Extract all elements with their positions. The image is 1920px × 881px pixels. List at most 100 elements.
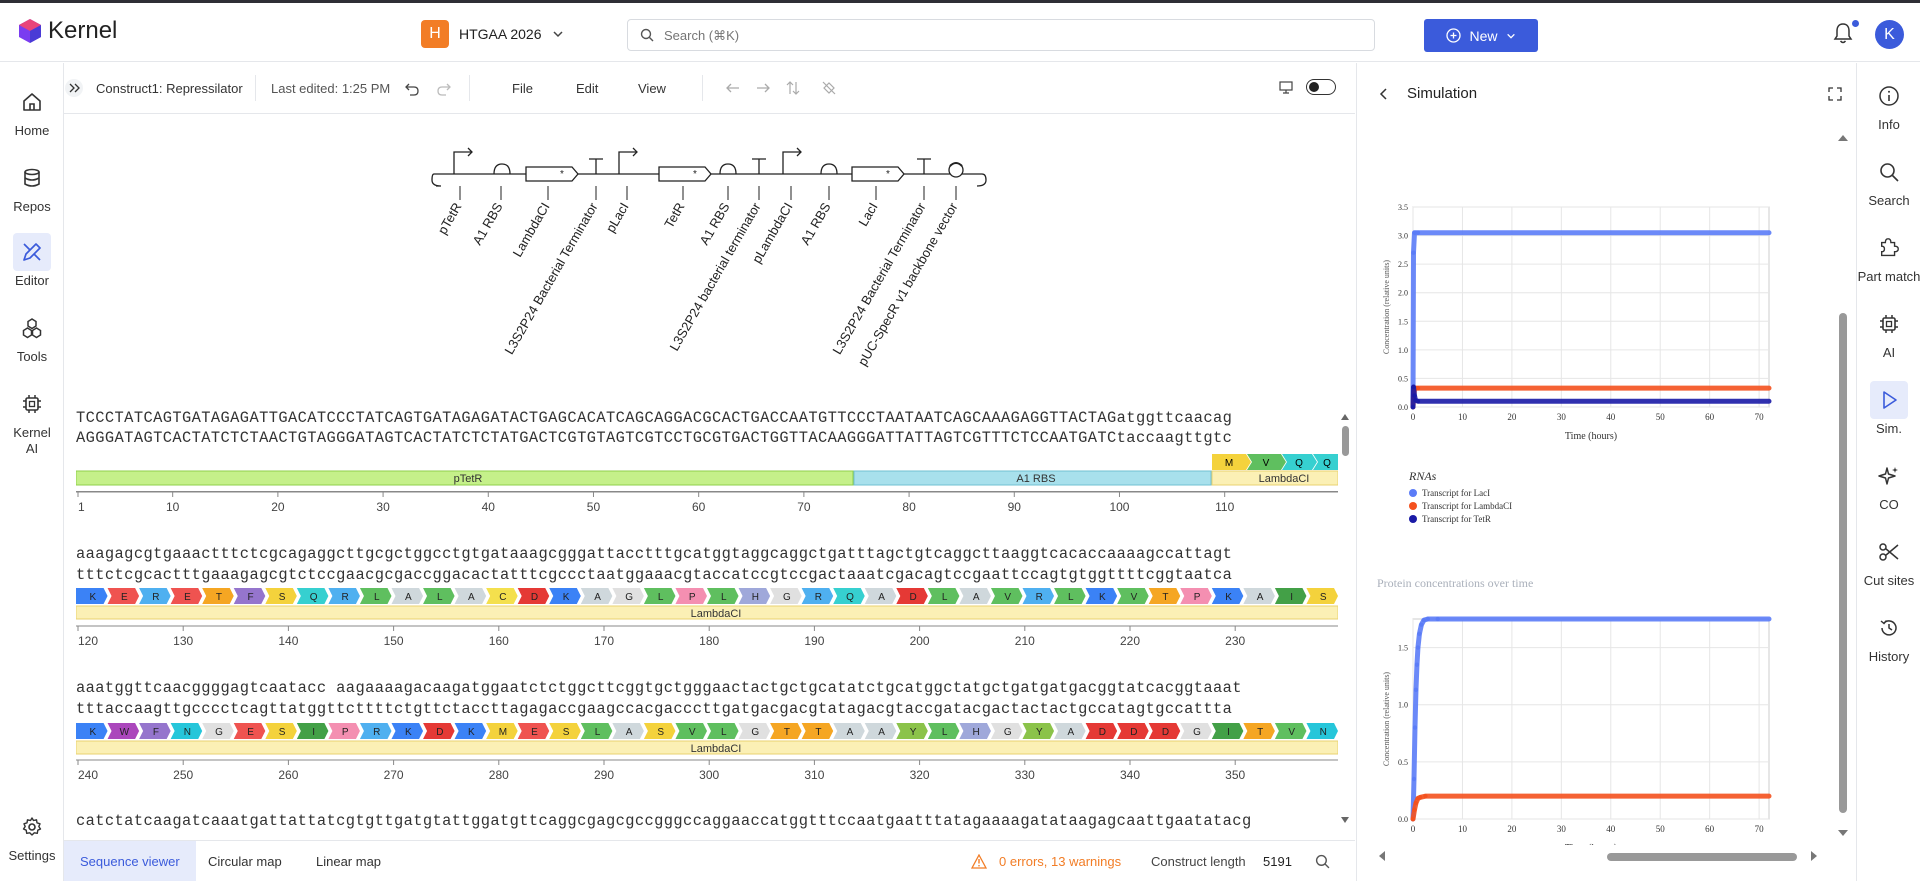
amino-acid[interactable]: K [1211, 588, 1244, 604]
series-point[interactable] [1435, 616, 1440, 622]
feature-ptetr[interactable]: pTetR [76, 470, 854, 486]
series-point[interactable] [1419, 622, 1424, 627]
nav-tools[interactable]: Tools [0, 309, 64, 365]
feature-lambdaci[interactable]: LambdaCI [1211, 470, 1338, 486]
cds-icon[interactable]: * [851, 166, 905, 182]
paint-bucket-icon[interactable] [821, 80, 837, 96]
amino-acid[interactable]: G [738, 723, 771, 739]
amino-acid[interactable]: H [738, 588, 771, 604]
menu-edit[interactable]: Edit [576, 81, 598, 96]
amino-acid[interactable]: R [801, 588, 834, 604]
construct-name[interactable]: Construct1: Repressilator [96, 81, 243, 96]
amino-acid[interactable]: L [423, 588, 455, 604]
amino-acid[interactable]: P [1180, 588, 1212, 604]
rnav-simulation[interactable]: Sim. [1857, 381, 1920, 437]
app-logo[interactable]: Kernel [18, 17, 117, 45]
amino-acid[interactable]: T [1148, 588, 1181, 604]
feature-lambdaci[interactable]: LambdaCI [76, 605, 1338, 620]
amino-acid[interactable]: A [580, 588, 613, 604]
arrow-left-icon[interactable] [725, 81, 741, 95]
series-point[interactable] [1414, 662, 1420, 667]
promoter-icon[interactable] [453, 147, 473, 174]
amino-acid[interactable]: Q [833, 588, 865, 604]
amino-acid[interactable]: G [202, 723, 234, 739]
scroll-left-icon[interactable] [1377, 850, 1387, 862]
series-point[interactable] [1415, 645, 1421, 650]
amino-acid[interactable]: P [328, 723, 360, 739]
amino-acid[interactable]: T [770, 723, 802, 739]
amino-acid[interactable]: V [1117, 588, 1149, 604]
amino-acid[interactable]: E [233, 723, 266, 739]
series-point[interactable] [1410, 816, 1416, 822]
search-input[interactable] [664, 27, 1314, 43]
rnav-cut-sites[interactable]: Cut sites [1857, 533, 1920, 589]
map-label[interactable]: pLacI [603, 200, 632, 235]
map-label[interactable]: pTetR [435, 200, 465, 237]
amino-acid[interactable]: T [202, 588, 234, 604]
amino-acid[interactable]: K [76, 723, 108, 739]
nav-repos[interactable]: Repos [0, 159, 64, 215]
promoter-icon[interactable] [782, 147, 802, 174]
amino-acid[interactable]: A [612, 723, 644, 739]
map-label[interactable]: L3S2P24 Bacterial Terminator [501, 199, 601, 356]
amino-acid[interactable]: L [707, 723, 739, 739]
sequence-top-strand[interactable]: aaatggttcaacggggagtcaatacc aagaaaagacaag… [76, 679, 1242, 697]
amino-acid[interactable]: E [107, 588, 140, 604]
search-box[interactable] [627, 19, 1375, 51]
amino-acid[interactable]: V [675, 723, 707, 739]
rnav-co[interactable]: CO [1857, 457, 1920, 513]
monitor-icon[interactable] [1278, 79, 1294, 95]
amino-acid[interactable]: T [1243, 723, 1275, 739]
amino-acid[interactable]: A [1054, 723, 1086, 739]
amino-acid[interactable]: S [549, 723, 581, 739]
sequence-bottom-strand[interactable]: AGGGATAGTCACTATCTCTAACTGTAGGGATAGTCACTAT… [76, 429, 1232, 447]
amino-acid[interactable]: S [643, 723, 676, 739]
amino-acid[interactable]: G [612, 588, 644, 604]
amino-acid[interactable]: A [1243, 588, 1275, 604]
arrow-right-icon[interactable] [755, 81, 771, 95]
series-point[interactable] [1410, 404, 1416, 410]
amino-acid[interactable]: G [1180, 723, 1212, 739]
amino-acid[interactable]: A [833, 723, 865, 739]
amino-acid[interactable]: F [139, 723, 171, 739]
amino-acid[interactable]: P [675, 588, 707, 604]
amino-acid[interactable]: A [454, 588, 487, 604]
sequence-bottom-strand[interactable]: tttctcgcactttgaaagagcgtctccgaacgcgaccgga… [76, 566, 1232, 584]
map-label[interactable]: LacI [855, 200, 880, 229]
series-point[interactable] [1411, 776, 1417, 782]
amino-acid[interactable]: D [517, 588, 550, 604]
feature-lambdaci[interactable]: LambdaCI [76, 740, 1338, 755]
amino-acid[interactable]: Y [896, 723, 928, 739]
amino-acid[interactable]: I [1274, 588, 1307, 604]
back-chevron-icon[interactable] [1378, 87, 1388, 101]
amino-acid[interactable]: Y [1022, 723, 1055, 739]
series-point[interactable] [1412, 393, 1417, 398]
nav-kernel-ai[interactable]: Kernel AI [0, 385, 64, 457]
amino-acid[interactable]: I [296, 723, 329, 739]
amino-acid[interactable]: N [170, 723, 203, 739]
series-point[interactable] [1415, 230, 1421, 235]
series-point[interactable] [1415, 399, 1421, 404]
amino-acid[interactable]: D [1085, 723, 1118, 739]
amino-acid[interactable]: A [864, 723, 897, 739]
series-point[interactable] [1413, 687, 1419, 693]
tab-sequence-viewer[interactable]: Sequence viewer [64, 841, 196, 881]
series-point[interactable] [1417, 631, 1422, 637]
menu-view[interactable]: View [638, 81, 666, 96]
amino-acid[interactable]: R [359, 723, 392, 739]
amino-acid[interactable]: D [423, 723, 455, 739]
rnav-search[interactable]: Search [1857, 153, 1920, 209]
amino-acid[interactable]: V [1274, 723, 1307, 739]
amino-acid[interactable]: L [580, 723, 613, 739]
amino-acid[interactable]: D [1148, 723, 1181, 739]
tab-circular-map[interactable]: Circular map [192, 841, 298, 881]
sequence-bottom-strand[interactable]: tttaccaagttgcccctcagttatggttcttttctgttct… [76, 700, 1232, 718]
scroll-right-icon[interactable] [1809, 850, 1819, 862]
search-icon[interactable] [1315, 854, 1330, 869]
terminator-icon[interactable] [589, 158, 603, 174]
amino-acid[interactable]: W [107, 723, 140, 739]
sequence-top-strand[interactable]: aaagagcgtgaaactttctcgcagaggcttgcgctggcct… [76, 545, 1232, 563]
amino-acid[interactable]: K [1085, 588, 1118, 604]
warnings-status[interactable]: 0 errors, 13 warnings [999, 854, 1121, 869]
amino-acid[interactable]: L [707, 588, 739, 604]
